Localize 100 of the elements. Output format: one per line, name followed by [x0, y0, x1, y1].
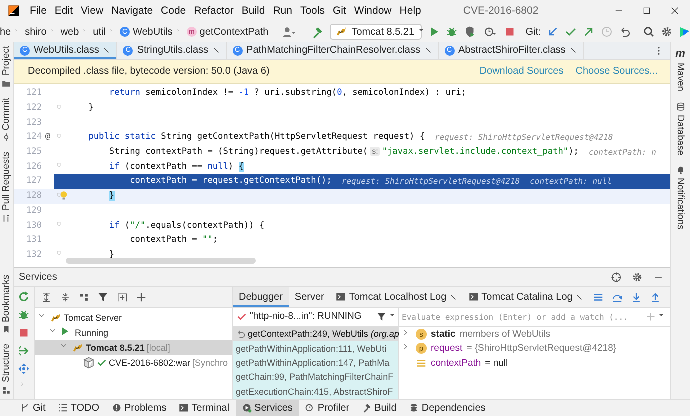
- search-icon[interactable]: [643, 26, 656, 38]
- shield-icon[interactable]: [464, 26, 476, 38]
- menu-item[interactable]: Help: [400, 5, 422, 17]
- stack-frame[interactable]: getPathWithinApplication:147, PathMa: [233, 356, 398, 370]
- close-icon[interactable]: [576, 294, 583, 300]
- bug-icon[interactable]: [446, 26, 458, 38]
- group-icon[interactable]: [79, 292, 90, 302]
- move-icon[interactable]: [18, 363, 30, 375]
- maven-icon[interactable]: m: [676, 48, 686, 60]
- tool-window-tab[interactable]: Project: [1, 46, 12, 76]
- close-icon[interactable]: [424, 47, 432, 54]
- tool-window-button[interactable]: Git: [14, 400, 52, 416]
- debugger-tab[interactable]: Server: [288, 287, 330, 307]
- settings-icon[interactable]: [632, 272, 643, 282]
- pull-icon[interactable]: [2, 214, 11, 223]
- filter-icon[interactable]: [377, 312, 387, 322]
- run-configuration-dropdown[interactable]: Tomcat 8.5.21: [330, 24, 422, 40]
- debugger-tab[interactable]: Tomcat Localhost Log: [330, 287, 463, 307]
- menu-item[interactable]: Run: [273, 5, 292, 17]
- structure-icon[interactable]: [2, 386, 11, 395]
- crosshair-icon[interactable]: [611, 272, 622, 282]
- tool-window-button[interactable]: TODO: [52, 400, 106, 416]
- menu-item[interactable]: Edit: [54, 5, 74, 17]
- breadcrumb[interactable]: shiro: [25, 26, 47, 38]
- stack-frame[interactable]: getPathWithinApplication:111, WebUti: [233, 341, 398, 356]
- stop-icon[interactable]: [18, 327, 30, 339]
- bookmark-icon[interactable]: [2, 325, 11, 334]
- tree-item[interactable]: Tomcat 8.5.21 [local]: [35, 340, 232, 355]
- breadcrumb[interactable]: web: [60, 26, 80, 38]
- banner-link[interactable]: Download Sources: [480, 66, 564, 77]
- tool-window-tab[interactable]: Database: [675, 114, 686, 156]
- step-into-icon[interactable]: [630, 292, 642, 302]
- tool-window-button[interactable]: Terminal: [172, 400, 236, 416]
- close-icon[interactable]: [670, 6, 680, 16]
- stop-icon[interactable]: [504, 26, 516, 38]
- tool-window-tab[interactable]: Maven: [675, 63, 686, 92]
- tool-window-tab[interactable]: Notifications: [675, 178, 686, 230]
- bell-icon[interactable]: [676, 165, 686, 176]
- user-icon[interactable]: [280, 26, 297, 38]
- add-frame-icon[interactable]: [117, 292, 128, 302]
- deploy-icon[interactable]: [18, 345, 30, 357]
- menu-item[interactable]: View: [81, 5, 104, 17]
- stack-frame[interactable]: getChain:99, PathMatchingFilterChainF: [233, 370, 398, 385]
- debugger-tab[interactable]: Debugger: [233, 287, 289, 307]
- menu-item[interactable]: Code: [161, 5, 186, 17]
- maximize-icon[interactable]: [642, 6, 652, 16]
- database-icon[interactable]: [676, 102, 686, 112]
- rerun-icon[interactable]: [18, 291, 30, 303]
- settings-icon[interactable]: [661, 26, 674, 38]
- lightbulb-icon[interactable]: [59, 190, 69, 201]
- menu-item[interactable]: Git: [332, 5, 346, 17]
- project-icon[interactable]: [2, 78, 11, 88]
- expand-all-icon[interactable]: [41, 292, 52, 302]
- menu-item[interactable]: Tools: [300, 5, 325, 17]
- horizontal-scrollbar[interactable]: [66, 258, 256, 264]
- menu-item[interactable]: Build: [242, 5, 266, 17]
- tool-window-button[interactable]: Build: [356, 400, 403, 416]
- breadcrumb[interactable]: util: [93, 26, 106, 38]
- stack-frame[interactable]: getContextPath:249, WebUtils (org.ap: [233, 326, 398, 342]
- arrow-up-icon[interactable]: [583, 26, 596, 38]
- debugger-tab[interactable]: Tomcat Catalina Log: [462, 287, 589, 307]
- tool-window-button[interactable]: Profiler: [298, 400, 356, 416]
- step-out-icon[interactable]: [650, 292, 661, 302]
- close-icon[interactable]: [570, 47, 577, 54]
- stack-frame[interactable]: getExecutionChain:415, AbstractShiroF: [233, 384, 398, 400]
- collapse-all-icon[interactable]: [60, 292, 71, 302]
- menu-item[interactable]: File: [30, 5, 47, 17]
- banner-link[interactable]: Choose Sources...: [576, 66, 658, 77]
- tool-window-button[interactable]: Problems: [106, 400, 173, 416]
- filter-icon[interactable]: [98, 292, 109, 302]
- close-icon[interactable]: [103, 47, 110, 54]
- tool-window-button[interactable]: Services: [236, 400, 299, 416]
- hammer-icon[interactable]: [310, 26, 324, 38]
- tool-window-tab[interactable]: Commit: [1, 98, 12, 130]
- tree-item[interactable]: CVE-2016-6802:war [Synchro: [35, 355, 232, 370]
- plugin-logo-icon[interactable]: [679, 26, 690, 38]
- line-number: 131: [25, 235, 42, 246]
- close-icon[interactable]: [212, 47, 220, 54]
- undo-icon[interactable]: [619, 26, 632, 38]
- arrow-down-icon[interactable]: [547, 26, 560, 38]
- breadcrumb[interactable]: he: [0, 26, 12, 38]
- close-icon[interactable]: [450, 294, 457, 300]
- tool-window-tab[interactable]: Bookmarks: [1, 274, 12, 322]
- add-icon[interactable]: [136, 292, 147, 302]
- tree-item[interactable]: Tomcat Server: [35, 310, 232, 325]
- menu-item[interactable]: Refactor: [194, 5, 234, 17]
- tool-window-tab[interactable]: Pull Requests: [1, 152, 12, 211]
- gutter-marker[interactable]: @: [42, 132, 54, 142]
- tree-item[interactable]: Running: [35, 325, 232, 340]
- thread-dropdown[interactable]: "http-nio-8...in": RUNNING: [250, 311, 374, 322]
- menu-item[interactable]: Navigate: [112, 5, 154, 17]
- git-icon: [20, 403, 30, 413]
- commit-icon[interactable]: [2, 133, 11, 142]
- bug-icon[interactable]: [18, 309, 30, 321]
- check-icon[interactable]: [565, 26, 578, 38]
- list-icon[interactable]: [592, 292, 604, 302]
- tool-window-button[interactable]: Dependencies: [402, 400, 492, 416]
- menu-item[interactable]: Window: [354, 5, 392, 17]
- tool-window-tab[interactable]: Structure: [1, 344, 12, 383]
- expression-input[interactable]: Evaluate expression (Enter) or add a watch (...: [402, 312, 643, 322]
